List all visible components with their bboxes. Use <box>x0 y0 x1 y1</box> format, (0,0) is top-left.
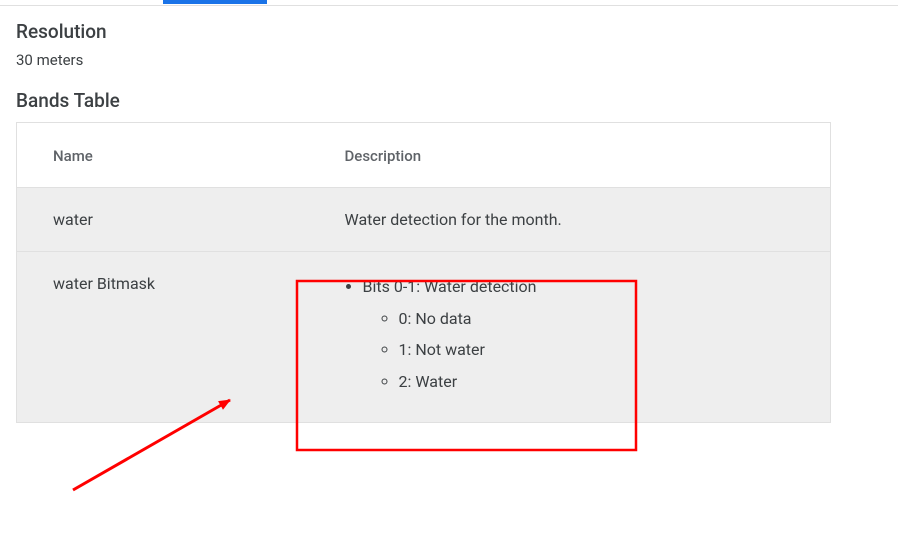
bitmask-value-item: 2: Water <box>399 369 819 395</box>
tab-bar <box>0 0 898 6</box>
cell-band-bitmask: Bits 0-1: Water detection 0: No data 1: … <box>309 252 831 423</box>
content-area: Resolution 30 meters Bands Table Name De… <box>0 20 898 423</box>
bands-table-heading: Bands Table <box>16 89 882 112</box>
cell-band-name: water <box>17 188 309 252</box>
table-row: water Water detection for the month. <box>17 188 831 252</box>
bitmask-header-text: Bits 0-1: Water detection <box>363 277 537 296</box>
active-tab-indicator <box>163 0 267 4</box>
bitmask-value-item: 0: No data <box>399 306 819 332</box>
resolution-heading: Resolution <box>16 20 882 43</box>
bitmask-value-item: 1: Not water <box>399 337 819 363</box>
bitmask-header-item: Bits 0-1: Water detection 0: No data 1: … <box>363 274 819 394</box>
cell-band-name: water Bitmask <box>17 252 309 423</box>
bitmask-list-container: Bits 0-1: Water detection 0: No data 1: … <box>345 274 819 394</box>
bitmask-outer-list: Bits 0-1: Water detection 0: No data 1: … <box>345 274 819 394</box>
bitmask-values-list: 0: No data 1: Not water 2: Water <box>363 306 819 395</box>
table-row: water Bitmask Bits 0-1: Water detection … <box>17 252 831 423</box>
table-header-row: Name Description <box>17 123 831 188</box>
col-header-name: Name <box>17 123 309 188</box>
cell-band-description: Water detection for the month. <box>309 188 831 252</box>
resolution-value: 30 meters <box>16 51 882 69</box>
bands-table: Name Description water Water detection f… <box>16 122 831 423</box>
col-header-description: Description <box>309 123 831 188</box>
